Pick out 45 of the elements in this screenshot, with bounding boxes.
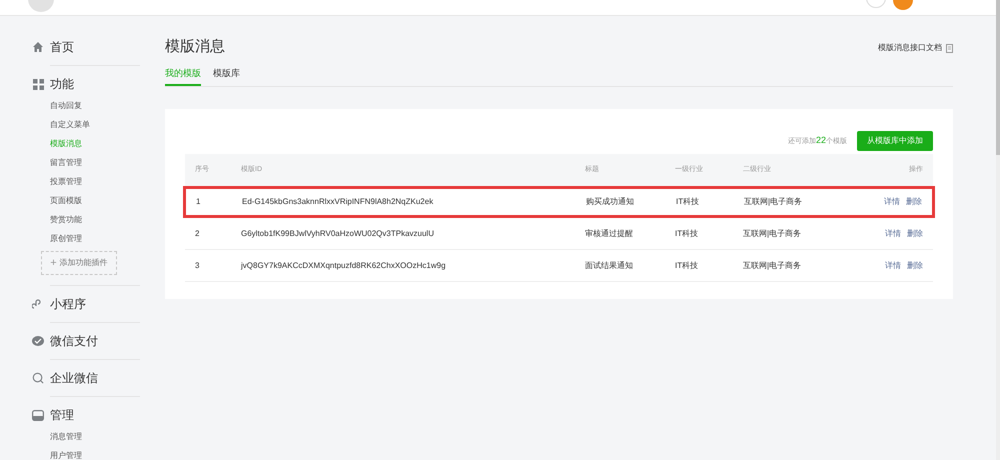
table-cell-text: IT科技 [676,196,700,208]
sidebar-item[interactable]: 功能 [50,75,74,93]
action-link[interactable]: 详情 [884,196,900,208]
action-link[interactable]: 删除 [907,260,923,272]
action-link[interactable]: 删除 [906,196,922,208]
sidebar-item[interactable]: 微信支付 [50,332,98,350]
sidebar-item[interactable]: 首页 [50,38,74,56]
tab[interactable]: 模版库 [213,66,240,86]
sidebar-item[interactable]: 企业微信 [50,369,98,387]
grid-icon [32,78,44,90]
sidebar-item[interactable]: 管理 [50,406,74,424]
table-cell-text: IT科技 [675,228,700,240]
table-cell-text: 审核通过提醒 [585,228,634,240]
table-cell-text: 互联网|电子商务 [744,196,804,208]
table-cell-text: 互联网|电子商务 [743,260,802,272]
action-link[interactable]: 删除 [907,228,923,240]
home-icon [32,41,44,53]
document-icon [946,44,953,52]
inbox-icon [32,410,44,420]
sidebar-subitem[interactable]: 留言管理 [50,156,160,170]
action-link[interactable]: 详情 [885,260,901,272]
doc-link[interactable]: 模版消息接口文档 [878,42,942,54]
add-plugin-button[interactable]: + 添加功能插件 [41,251,117,275]
sidebar-subitem[interactable]: 自定义菜单 [50,118,160,132]
sidebar-subitem[interactable]: 用户管理 [50,449,160,460]
sidebar-item[interactable]: 小程序 [50,295,86,313]
pay-icon [32,336,44,346]
sidebar-subitem[interactable]: 自动回复 [50,99,160,113]
sidebar-subitem[interactable]: 赞赏功能 [50,213,160,227]
table-cell-text: 3 [195,260,200,272]
sidebar-subitem[interactable]: 消息管理 [50,430,160,444]
table-cell-text: 购买成功通知 [586,196,635,208]
template-id: G6yltob1fK99BJwlVyhRV0aHzoWU02Qv3TPkavzuulU [241,228,435,240]
sidebar-subitem[interactable]: 页面模版 [50,194,160,208]
table-cell-text: 1 [196,196,202,208]
page-title: 模版消息 [165,37,225,57]
table-cell-text: IT科技 [675,260,700,272]
table-cell-text: 2 [195,228,200,240]
table-cell-text: 互联网|电子商务 [743,228,802,240]
template-id: Ed-G145kbGns3aknnRlxxVRipINFN9lA8h2NqZKu2ek [242,196,434,208]
table-cell-text: 面试结果通知 [585,260,634,272]
template-id: jvQ8GY7k9AKCcDXMXqntpuzfd8RK62ChxXOOzHc1w9g [241,260,447,272]
action-link[interactable]: 详情 [885,228,901,240]
sidebar-subitem[interactable]: 投票管理 [50,175,160,189]
sidebar-subitem[interactable]: 原创管理 [50,232,160,246]
